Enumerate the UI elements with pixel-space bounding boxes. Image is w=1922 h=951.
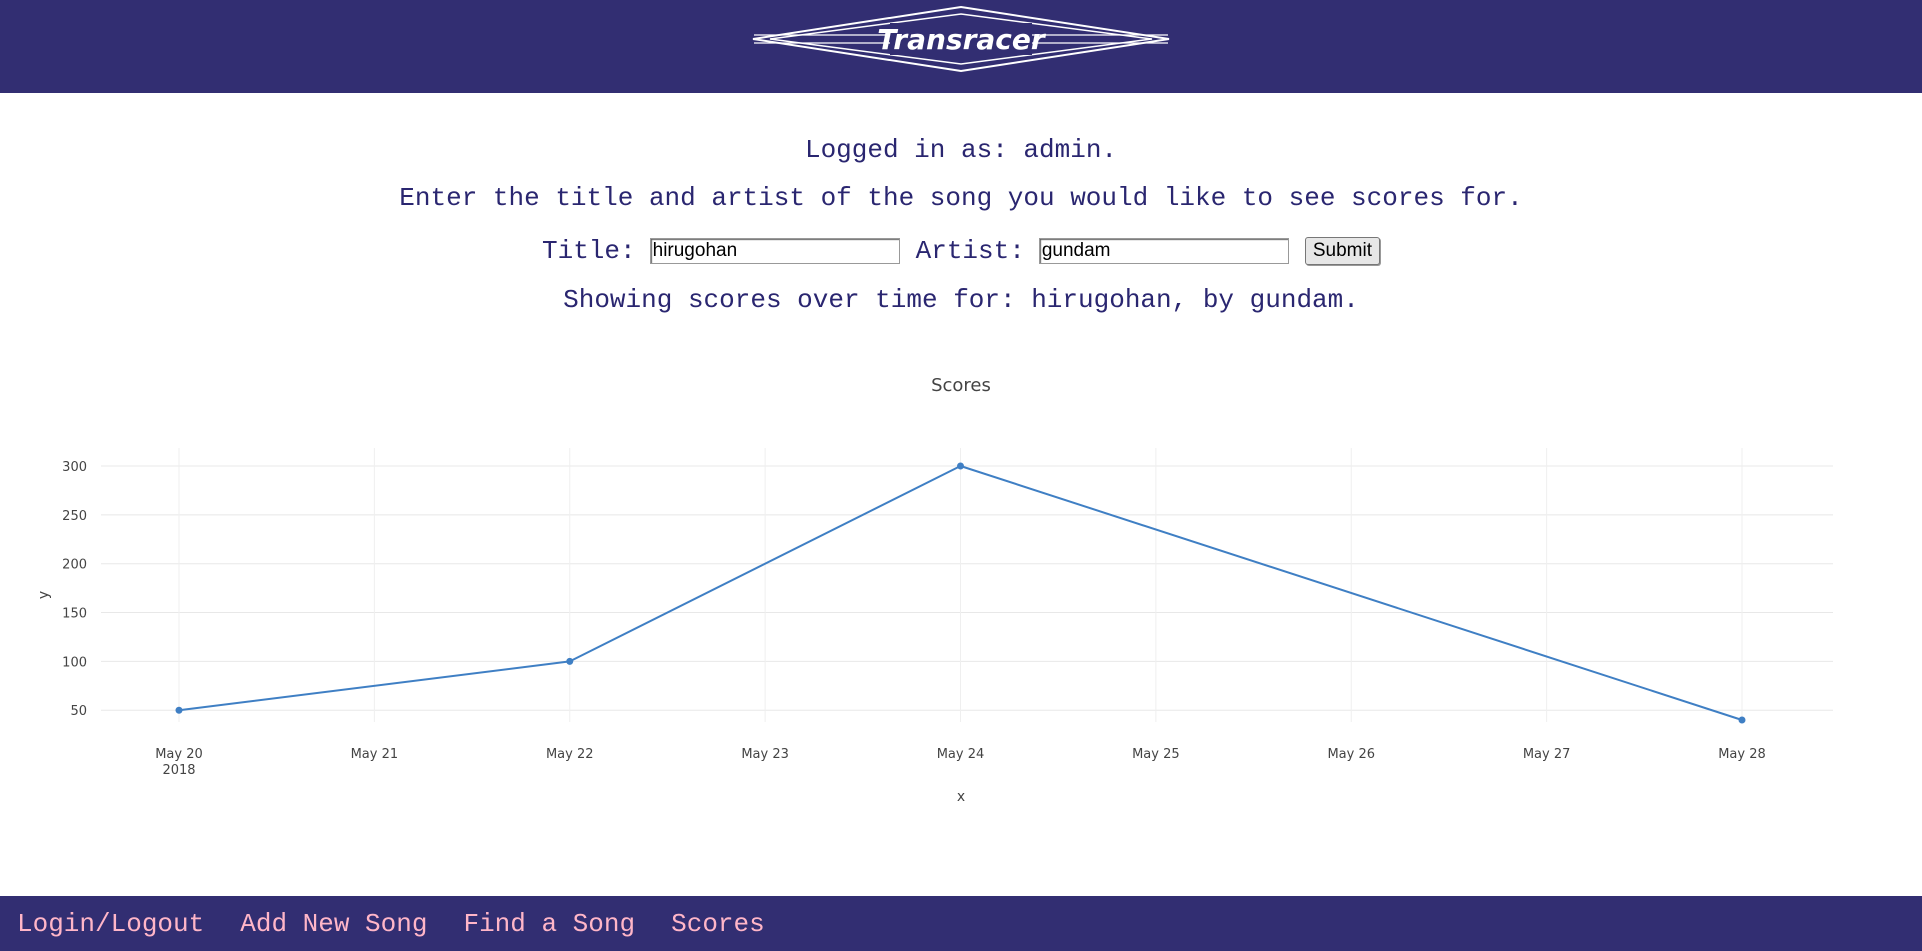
y-tick-label: 250 bbox=[62, 509, 87, 524]
artist-label: Artist: bbox=[915, 236, 1025, 266]
logo-diamond-icon: Transracer bbox=[752, 6, 1170, 72]
y-tick-label: 300 bbox=[62, 460, 87, 475]
instruction-text: Enter the title and artist of the song y… bbox=[399, 183, 1523, 213]
y-tick-label: 200 bbox=[62, 558, 87, 573]
y-tick-label: 100 bbox=[62, 655, 87, 670]
x-tick-label: May 28 bbox=[1718, 747, 1766, 762]
logged-in-status: Logged in as: admin. bbox=[804, 135, 1118, 165]
nav-scores[interactable]: Scores bbox=[671, 909, 765, 939]
data-point bbox=[1738, 716, 1746, 724]
x-tick-label: May 25 bbox=[1132, 747, 1180, 762]
title-input[interactable] bbox=[649, 238, 900, 264]
artist-input[interactable] bbox=[1038, 238, 1289, 264]
submit-button[interactable]: Submit bbox=[1304, 237, 1380, 265]
app-header: Transracer bbox=[0, 0, 1922, 93]
scores-chart[interactable]: Scores 50 100 150 200 250 300 May 20 May 21 May 2… bbox=[0, 365, 1922, 835]
data-point bbox=[957, 462, 964, 470]
nav-add-new-song[interactable]: Add New Song bbox=[240, 909, 427, 939]
title-label: Title: bbox=[542, 236, 636, 266]
x-tick-year-label: 2018 bbox=[162, 763, 195, 778]
logo-text: Transracer bbox=[877, 23, 1047, 56]
x-tick-label: May 27 bbox=[1523, 747, 1571, 762]
data-point bbox=[566, 657, 574, 665]
x-tick-label: May 24 bbox=[937, 747, 985, 762]
x-axis-title: x bbox=[957, 789, 965, 805]
x-tick-label: May 20 bbox=[155, 747, 203, 762]
x-tick-label: May 21 bbox=[351, 747, 399, 762]
y-axis-title: y bbox=[36, 591, 52, 599]
search-form: Title: Artist: Submit bbox=[0, 235, 1922, 267]
y-tick-label: 150 bbox=[62, 607, 87, 622]
footer-nav: Login/Logout Add New Song Find a Song Sc… bbox=[0, 896, 1922, 951]
y-tick-label: 50 bbox=[70, 704, 87, 719]
showing-scores-text: Showing scores over time for: hirugohan,… bbox=[563, 285, 1359, 315]
scores-chart-svg: Scores 50 100 150 200 250 300 May 20 May 21 May 2… bbox=[36, 375, 1833, 805]
x-tick-label: May 22 bbox=[546, 747, 594, 762]
logo[interactable]: Transracer bbox=[752, 6, 1170, 72]
nav-login-logout[interactable]: Login/Logout bbox=[17, 909, 204, 939]
x-tick-label: May 26 bbox=[1327, 747, 1375, 762]
chart-title: Scores bbox=[931, 375, 991, 396]
x-tick-label: May 23 bbox=[741, 747, 789, 762]
data-point bbox=[175, 706, 183, 714]
nav-find-a-song[interactable]: Find a Song bbox=[463, 909, 635, 939]
